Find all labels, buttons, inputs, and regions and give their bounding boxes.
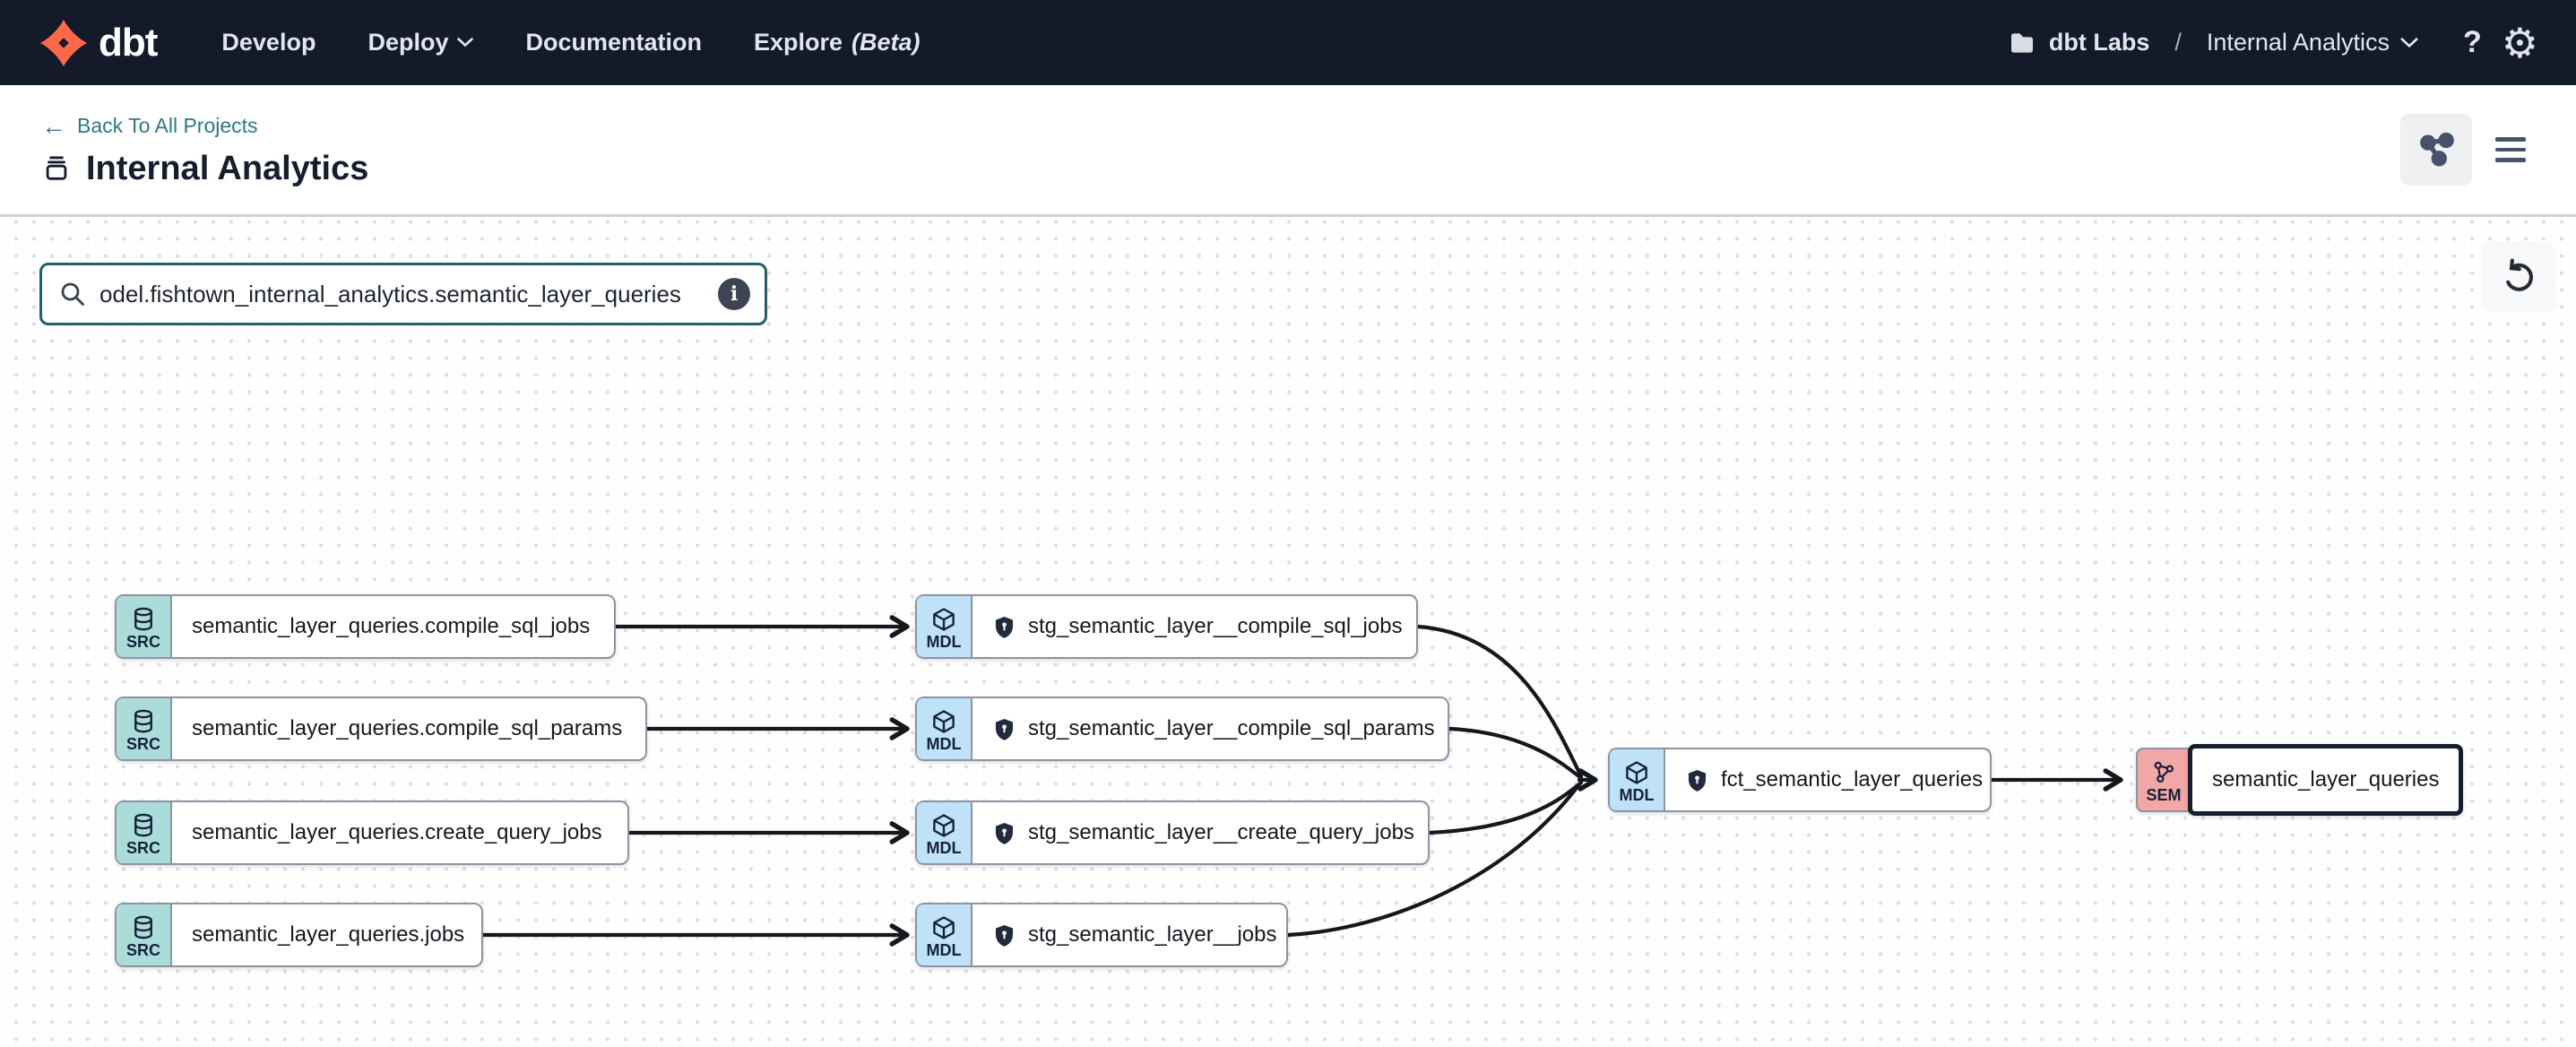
node-stg-create-query-jobs[interactable]: MDL stg_semantic_layer__create_query_job… bbox=[915, 800, 1430, 865]
shield-lock-icon bbox=[992, 615, 1016, 639]
settings-gear-icon[interactable]: ⚙ bbox=[2502, 22, 2538, 64]
nav-link-develop[interactable]: Develop bbox=[221, 29, 316, 56]
project-header: ← Back To All Projects Internal Analytic… bbox=[0, 85, 2576, 217]
menu-bar bbox=[2495, 158, 2526, 162]
back-to-projects-link[interactable]: ← Back To All Projects bbox=[41, 112, 368, 141]
selected-node-body: semantic_layer_queries bbox=[2188, 744, 2463, 816]
model-badge: MDL bbox=[917, 904, 972, 965]
node-stg-compile-sql-params[interactable]: MDL stg_semantic_layer__compile_sql_para… bbox=[915, 697, 1449, 761]
database-icon bbox=[130, 812, 157, 839]
node-src-jobs[interactable]: SRC semantic_layer_queries.jobs bbox=[115, 903, 483, 967]
shield-lock-icon bbox=[992, 717, 1016, 741]
semantic-badge: SEM bbox=[2136, 748, 2191, 812]
shield-lock-icon bbox=[992, 923, 1016, 947]
node-src-create-query-jobs[interactable]: SRC semantic_layer_queries.create_query_… bbox=[115, 800, 629, 865]
dbt-logo-icon bbox=[38, 17, 90, 69]
node-src-compile-sql-jobs[interactable]: SRC semantic_layer_queries.compile_sql_j… bbox=[115, 594, 616, 659]
database-icon bbox=[130, 914, 157, 941]
node-stg-jobs[interactable]: MDL stg_semantic_layer__jobs bbox=[915, 903, 1288, 967]
menu-bar bbox=[2495, 137, 2526, 142]
model-badge: MDL bbox=[917, 802, 972, 863]
nav-link-documentation[interactable]: Documentation bbox=[525, 29, 702, 56]
cube-icon bbox=[930, 812, 957, 839]
hamburger-menu-button[interactable] bbox=[2495, 130, 2535, 169]
dbt-logo[interactable]: dbt bbox=[38, 17, 157, 69]
node-stg-compile-sql-jobs[interactable]: MDL stg_semantic_layer__compile_sql_jobs bbox=[915, 594, 1418, 659]
dbt-cloud-app: dbt Develop Deploy Documentation Explore bbox=[0, 0, 2576, 1047]
project-switcher[interactable]: Internal Analytics bbox=[2207, 29, 2418, 56]
model-badge: MDL bbox=[917, 596, 972, 657]
page-title: Internal Analytics bbox=[86, 150, 368, 188]
project-icon bbox=[41, 153, 72, 184]
source-badge: SRC bbox=[117, 596, 172, 657]
source-badge: SRC bbox=[117, 698, 172, 759]
lineage-view-button[interactable] bbox=[2400, 114, 2472, 186]
breadcrumb-separator: / bbox=[2174, 29, 2182, 56]
lineage-icon bbox=[2417, 131, 2455, 169]
source-badge: SRC bbox=[117, 904, 172, 965]
model-badge: MDL bbox=[1610, 749, 1665, 810]
database-icon bbox=[130, 606, 157, 633]
help-button[interactable]: ? bbox=[2463, 25, 2482, 60]
cube-icon bbox=[930, 914, 957, 941]
lineage-canvas[interactable]: odel.fishtown_internal_analytics.semanti… bbox=[0, 220, 2576, 1047]
database-icon bbox=[130, 708, 157, 735]
top-navbar: dbt Develop Deploy Documentation Explore bbox=[0, 0, 2576, 85]
node-src-compile-sql-params[interactable]: SRC semantic_layer_queries.compile_sql_p… bbox=[115, 697, 647, 761]
nav-link-explore[interactable]: Explore (Beta) bbox=[754, 29, 921, 56]
brand-text: dbt bbox=[99, 21, 157, 65]
beta-tag: (Beta) bbox=[851, 29, 921, 56]
node-fct-semantic-layer-queries[interactable]: MDL fct_semantic_layer_queries bbox=[1608, 748, 1992, 812]
nav-link-deploy[interactable]: Deploy bbox=[367, 29, 473, 56]
source-badge: SRC bbox=[117, 802, 172, 863]
cube-icon bbox=[1623, 759, 1650, 786]
chevron-down-icon bbox=[2400, 38, 2418, 48]
chevron-down-icon bbox=[457, 38, 473, 48]
left-arrow-icon: ← bbox=[41, 112, 66, 141]
primary-nav: Develop Deploy Documentation Explore (Be… bbox=[221, 29, 920, 56]
cube-icon bbox=[930, 708, 957, 735]
semantic-graph-icon bbox=[2150, 759, 2177, 786]
menu-bar bbox=[2495, 148, 2526, 152]
account-switcher[interactable]: dbt Labs bbox=[2008, 29, 2150, 57]
cube-icon bbox=[930, 606, 957, 633]
shield-lock-icon bbox=[992, 821, 1016, 845]
model-badge: MDL bbox=[917, 698, 972, 759]
shield-lock-icon bbox=[1685, 768, 1709, 792]
folder-icon bbox=[2008, 29, 2036, 57]
node-sem-semantic-layer-queries[interactable]: SEM semantic_layer_queries bbox=[2136, 748, 2461, 812]
